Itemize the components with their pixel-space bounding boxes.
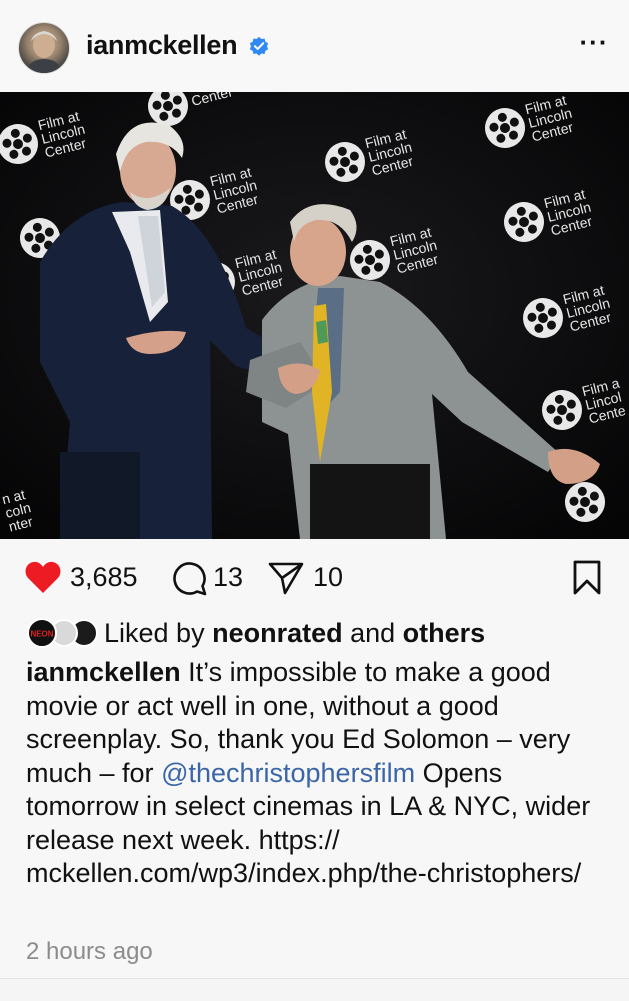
shares-count[interactable]: 10	[313, 562, 343, 593]
liked-by-text: Liked by neonrated and others	[104, 618, 486, 648]
photo-illustration: Film at Lincoln Center LincolnCenter Fil…	[0, 92, 629, 539]
comment-icon[interactable]	[171, 560, 207, 596]
liked-by-row[interactable]: NEON Liked by neonrated and others	[26, 614, 616, 654]
post-timestamp: 2 hours ago	[26, 938, 153, 965]
post-caption: ianmckellen It’s impossible to make a go…	[26, 656, 611, 891]
comments-count[interactable]: 13	[213, 562, 243, 593]
avatar[interactable]	[18, 22, 70, 74]
bookmark-icon[interactable]	[572, 560, 602, 596]
likes-count[interactable]: 3,685	[70, 562, 138, 593]
heart-icon[interactable]	[24, 560, 62, 594]
verified-badge-icon	[249, 36, 269, 56]
post-header: ianmckellen ···	[0, 0, 629, 92]
post-username[interactable]: ianmckellen	[86, 30, 238, 61]
action-bar: 3,685 13 10	[0, 548, 629, 608]
more-options-icon[interactable]: ···	[578, 29, 610, 62]
post-photo[interactable]: Film at Lincoln Center LincolnCenter Fil…	[0, 92, 629, 539]
bottom-nav-bar	[0, 978, 629, 1001]
send-icon[interactable]	[268, 560, 304, 596]
svg-text:NEON: NEON	[30, 630, 53, 639]
caption-mention[interactable]: @thechristophersfilm	[161, 758, 415, 788]
liked-by-others[interactable]: others	[403, 618, 486, 648]
liked-by-avatars: NEON	[27, 618, 98, 648]
caption-username[interactable]: ianmckellen	[26, 657, 181, 687]
liked-by-user[interactable]: neonrated	[212, 618, 343, 648]
